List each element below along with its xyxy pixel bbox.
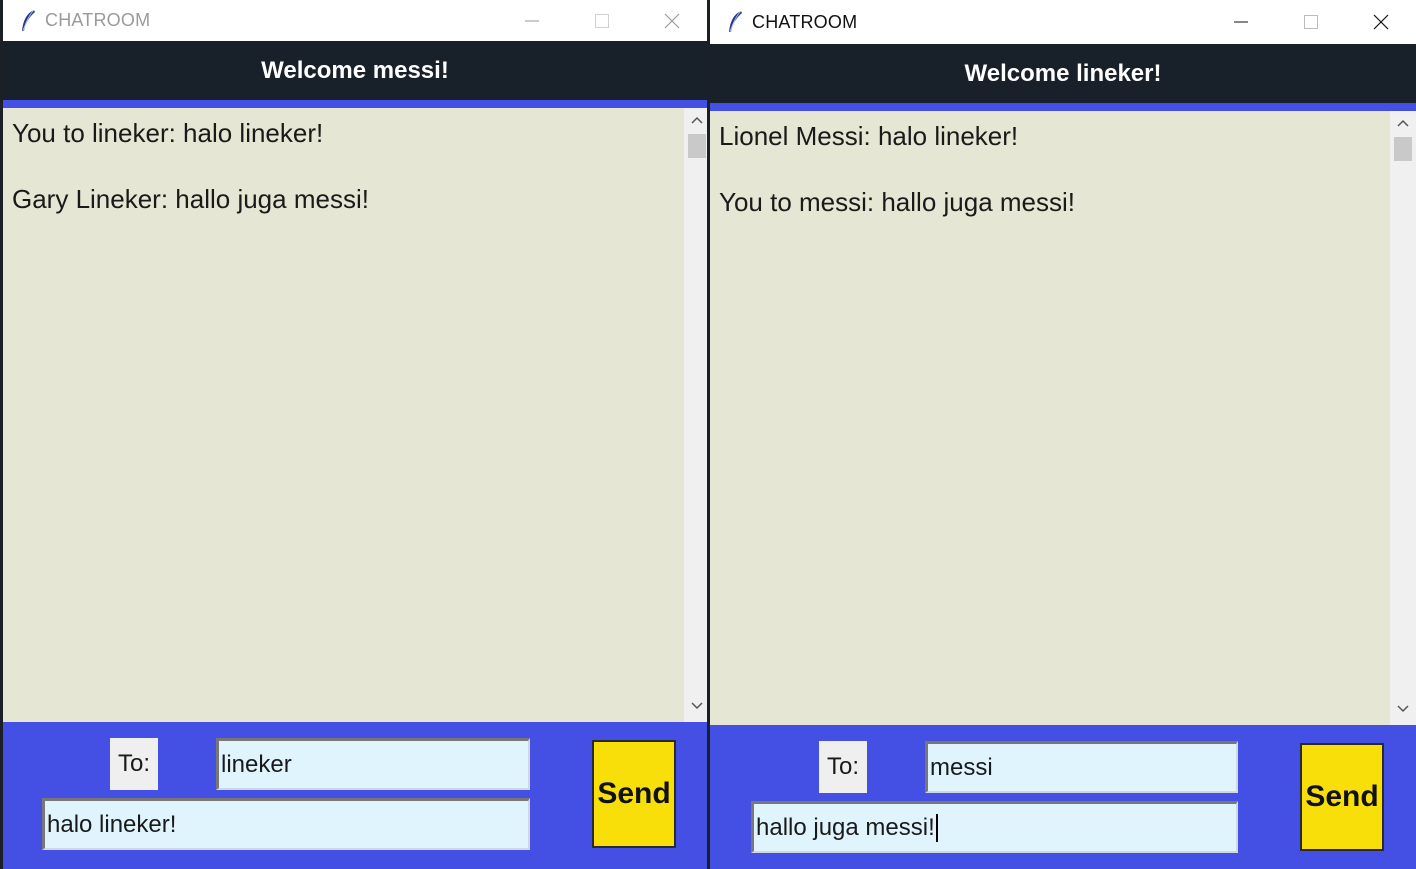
message-value: halo lineker! [47,810,177,838]
title-bar[interactable]: CHATROOM [710,0,1416,44]
close-button[interactable] [1346,0,1416,44]
minimize-icon [1234,21,1248,23]
chat-scrollbar[interactable] [684,108,707,722]
close-icon [664,13,680,28]
send-button[interactable]: Send [592,740,676,848]
maximize-icon [595,13,609,28]
compose-panel: To: lineker halo lineker! Send [3,722,707,869]
chat-history[interactable]: Lionel Messi: halo lineker! You to messi… [710,111,1416,725]
minimize-button[interactable] [1206,0,1276,44]
maximize-button[interactable] [567,0,637,41]
scroll-up-icon [691,116,703,124]
welcome-text: Welcome messi! [261,56,449,84]
chat-message: Lionel Messi: halo lineker! [719,121,1019,151]
to-label: To: [819,741,867,793]
welcome-header: Welcome messi! [3,41,707,100]
message-input[interactable]: halo lineker! [42,798,530,850]
minimize-icon [525,20,539,21]
scroll-down-button[interactable] [684,694,707,718]
close-button[interactable] [637,0,707,41]
compose-panel: To: messi hallo juga messi! Send [710,725,1416,869]
close-icon [1373,14,1389,30]
maximize-icon [1304,15,1318,29]
title-bar[interactable]: CHATROOM [3,0,707,41]
scroll-down-button[interactable] [1390,697,1416,721]
text-caret [935,813,938,842]
feather-icon [729,10,742,33]
scroll-down-icon [691,702,703,710]
chat-window-lineker: CHATROOM Welcome lineker! Lionel Messi: … [710,0,1416,869]
chat-window-messi: CHATROOM Welcome messi! You to lineker: … [0,0,710,869]
recipient-input[interactable]: messi [925,741,1238,793]
scroll-thumb[interactable] [1394,137,1412,161]
scroll-thumb[interactable] [688,134,706,158]
recipient-value: messi [930,753,993,781]
message-input[interactable]: hallo juga messi! [751,801,1238,853]
scroll-up-icon [1397,119,1409,127]
feather-icon [22,9,35,31]
recipient-value: lineker [221,750,292,778]
window-title: CHATROOM [752,11,858,32]
welcome-text: Welcome lineker! [964,59,1162,87]
to-label: To: [110,738,158,790]
chat-message: Gary Lineker: hallo juga messi! [12,184,369,214]
welcome-header: Welcome lineker! [710,44,1416,103]
scroll-up-button[interactable] [684,108,707,132]
chat-message: You to messi: hallo juga messi! [719,187,1076,217]
chat-history[interactable]: You to lineker: halo lineker! Gary Linek… [3,108,707,722]
send-button[interactable]: Send [1300,743,1384,851]
recipient-input[interactable]: lineker [216,738,530,790]
send-button-label: Send [597,777,671,810]
scroll-down-icon [1397,705,1409,713]
chat-scrollbar[interactable] [1390,111,1416,725]
send-button-label: Send [1305,780,1379,813]
chat-message: You to lineker: halo lineker! [12,118,324,148]
minimize-button[interactable] [497,0,567,41]
maximize-button[interactable] [1276,0,1346,44]
window-title: CHATROOM [45,10,151,30]
scroll-up-button[interactable] [1390,111,1416,135]
message-value: hallo juga messi! [756,813,935,841]
